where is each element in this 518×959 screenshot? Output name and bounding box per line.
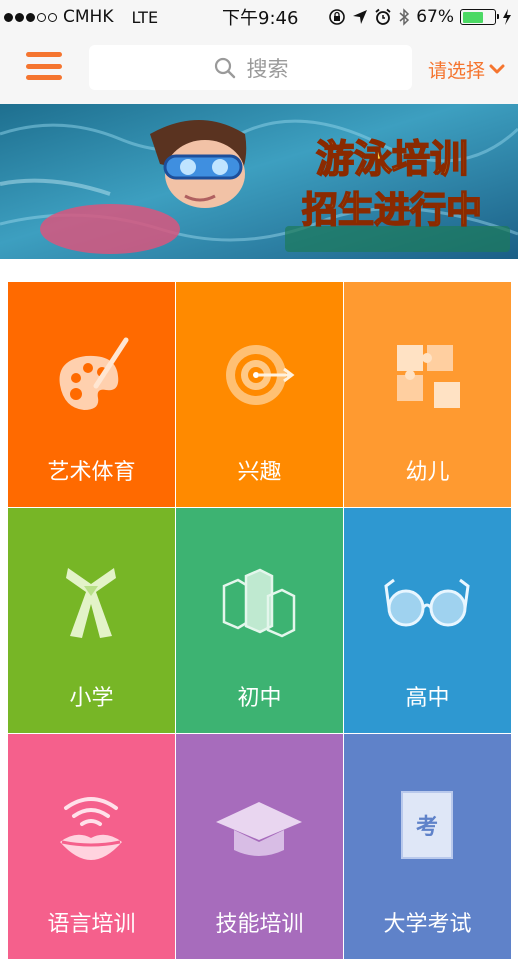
lips-icon	[60, 797, 122, 860]
target-icon	[226, 345, 295, 405]
banner-title-line1: 游泳培训	[316, 137, 468, 181]
exam-paper-icon: 考	[401, 791, 453, 859]
category-tile-preschool[interactable]: 幼儿	[344, 282, 511, 507]
status-bar: CMHK LTE 下午9:46 67%	[0, 0, 518, 34]
exam-glyph: 考	[416, 815, 438, 840]
location-arrow-icon	[353, 10, 368, 24]
search-input[interactable]: 搜索	[89, 45, 412, 90]
category-tile-language[interactable]: 语言培训	[8, 734, 175, 959]
puzzle-icon	[397, 345, 460, 408]
signal-strength-icon	[4, 12, 57, 22]
category-grid: 艺术体育 兴趣 幼儿 小学 初中 高中 语言培训 技能培训 考 大学考试	[8, 282, 511, 959]
battery-icon	[460, 9, 499, 25]
top-header: 搜索 请选择	[0, 34, 518, 104]
palette-icon	[59, 337, 129, 410]
hamburger-menu-icon[interactable]	[26, 52, 62, 80]
banner-image: 游泳培训 招生进行中	[0, 104, 518, 259]
bluetooth-icon	[399, 8, 410, 26]
swim-goggles	[163, 154, 243, 180]
category-tile-interest[interactable]: 兴趣	[176, 282, 343, 507]
blocks-icon	[222, 568, 296, 638]
category-label: 幼儿	[405, 460, 450, 485]
graduation-cap-icon	[216, 802, 302, 856]
category-tile-skills[interactable]: 技能培训	[176, 734, 343, 959]
category-label: 兴趣	[237, 460, 282, 485]
chevron-down-icon	[489, 64, 505, 74]
swimmer-body	[40, 204, 180, 254]
promo-banner[interactable]: 游泳培训 招生进行中	[0, 104, 518, 259]
category-label: 大学考试	[383, 912, 472, 937]
status-time: 下午9:46	[222, 8, 299, 29]
rotation-lock-icon	[329, 9, 346, 25]
status-left: CMHK LTE	[4, 0, 158, 34]
city-select-label: 请选择	[428, 59, 486, 82]
category-tile-arts-sports[interactable]: 艺术体育	[8, 282, 175, 507]
category-tile-primary-school[interactable]: 小学	[8, 508, 175, 733]
search-icon	[214, 57, 235, 78]
category-tile-junior-high[interactable]: 初中	[176, 508, 343, 733]
category-label: 高中	[405, 686, 450, 711]
category-label: 技能培训	[215, 912, 304, 937]
network-type: LTE	[131, 7, 159, 27]
banner-title-line2: 招生进行中	[302, 190, 482, 231]
category-tile-college-exam[interactable]: 考 大学考试	[344, 734, 511, 959]
charging-bolt-icon	[503, 9, 511, 25]
glasses-icon	[384, 578, 470, 627]
city-select-dropdown[interactable]: 请选择	[428, 54, 505, 84]
category-label: 初中	[237, 686, 282, 711]
battery-percent: 67%	[416, 7, 454, 27]
category-tile-senior-high[interactable]: 高中	[344, 508, 511, 733]
category-label: 语言培训	[47, 912, 136, 937]
alarm-icon	[375, 8, 391, 25]
search-placeholder: 搜索	[246, 56, 289, 81]
status-right: 67%	[328, 0, 512, 34]
carrier-name: CMHK	[63, 7, 114, 27]
category-label: 艺术体育	[47, 460, 136, 485]
scarf-icon	[66, 568, 116, 638]
category-label: 小学	[69, 686, 114, 711]
